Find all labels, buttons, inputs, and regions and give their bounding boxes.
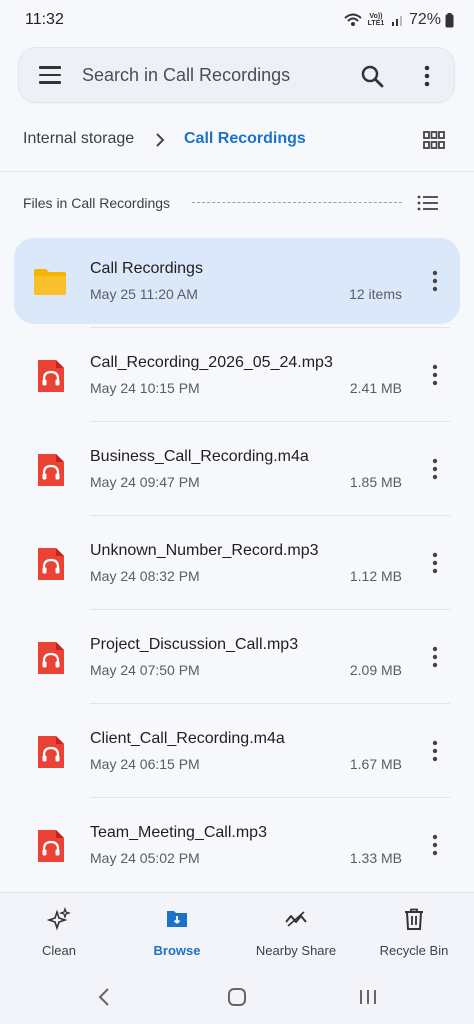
sparkle-icon (47, 907, 71, 931)
more-options-icon[interactable] (428, 738, 442, 764)
wifi-icon (344, 13, 362, 26)
dotted-divider (192, 202, 402, 203)
tab-recycle-bin[interactable]: Recycle Bin (355, 893, 473, 973)
signal-icon (391, 16, 402, 26)
list-sort-icon[interactable] (417, 194, 439, 212)
recents-icon[interactable] (353, 985, 383, 1009)
folder-icon (34, 269, 66, 295)
folder-row[interactable]: Call Recordings May 25 11:20 AM 12 items (14, 238, 460, 324)
row-divider (90, 421, 450, 422)
back-icon[interactable] (90, 985, 120, 1009)
row-divider (90, 703, 450, 704)
folder-item-count: 12 items (349, 286, 402, 302)
tab-nearby-share[interactable]: Nearby Share (237, 893, 355, 973)
row-divider (90, 609, 450, 610)
status-time: 11:32 (25, 11, 64, 28)
tab-browse-label: Browse (153, 943, 201, 958)
more-options-icon[interactable] (417, 63, 437, 89)
tab-nearby-share-label: Nearby Share (255, 943, 337, 958)
menu-icon[interactable] (39, 66, 61, 84)
divider (0, 171, 474, 172)
file-name: Call_Recording_2026_05_24.mp3 (90, 354, 333, 371)
battery-text: 72% (408, 11, 441, 28)
file-date: May 24 10:15 PM (90, 380, 200, 396)
folder-date: May 25 11:20 AM (90, 286, 198, 302)
nearby-share-icon (285, 911, 307, 927)
folder-icon (167, 911, 187, 927)
file-date: May 24 07:50 PM (90, 662, 200, 678)
file-size: 1.67 MB (349, 756, 402, 772)
tab-clean-label: Clean (42, 943, 76, 958)
breadcrumb-root[interactable]: Internal storage (23, 130, 134, 148)
list-item[interactable]: Business_Call_Recording.m4a May 24 09:47… (14, 426, 460, 512)
audio-file-icon (38, 642, 64, 674)
network-label: Vo)) LTE1 (367, 13, 385, 27)
home-icon[interactable] (222, 985, 252, 1009)
file-size: 2.41 MB (349, 380, 402, 396)
battery-icon (445, 12, 454, 27)
search-bar[interactable]: Search in Call Recordings (18, 47, 455, 103)
file-date: May 24 09:47 PM (90, 474, 200, 490)
file-size: 1.85 MB (349, 474, 402, 490)
file-date: May 24 06:15 PM (90, 756, 200, 772)
more-options-icon[interactable] (428, 550, 442, 576)
file-date: May 24 08:32 PM (90, 568, 200, 584)
row-divider (90, 327, 450, 328)
audio-file-icon (38, 736, 64, 768)
search-placeholder[interactable]: Search in Call Recordings (82, 65, 290, 86)
bottom-navigation: Clean Browse Nearby Share Recycle Bin (0, 892, 474, 1024)
trash-icon (405, 908, 423, 930)
list-item[interactable]: Project_Discussion_Call.mp3 May 24 07:50… (14, 614, 460, 700)
file-name: Client_Call_Recording.m4a (90, 730, 285, 747)
list-item[interactable]: Team_Meeting_Call.mp3 May 24 05:02 PM 1.… (14, 802, 460, 888)
more-options-icon[interactable] (428, 456, 442, 482)
tab-clean[interactable]: Clean (0, 893, 118, 973)
grid-view-icon[interactable] (423, 130, 445, 150)
status-bar: 11:32 Vo)) LTE1 72% (0, 0, 474, 40)
audio-file-icon (38, 548, 64, 580)
file-name: Project_Discussion_Call.mp3 (90, 636, 299, 653)
more-options-icon[interactable] (428, 832, 442, 858)
file-name: Team_Meeting_Call.mp3 (90, 824, 267, 841)
more-options-icon[interactable] (428, 268, 442, 294)
list-item[interactable]: Unknown_Number_Record.mp3 May 24 08:32 P… (14, 520, 460, 606)
status-icons: Vo)) LTE1 72% (344, 11, 454, 29)
file-name: Unknown_Number_Record.mp3 (90, 542, 319, 559)
file-size: 1.12 MB (349, 568, 402, 584)
file-size: 2.09 MB (349, 662, 402, 678)
more-options-icon[interactable] (428, 362, 442, 388)
file-date: May 24 05:02 PM (90, 850, 200, 866)
audio-file-icon (38, 360, 64, 392)
row-divider (90, 515, 450, 516)
folder-name: Call Recordings (90, 260, 203, 277)
breadcrumb-current[interactable]: Call Recordings (184, 130, 306, 148)
audio-file-icon (38, 454, 64, 486)
tab-browse[interactable]: Browse (118, 893, 236, 973)
tab-recycle-bin-label: Recycle Bin (379, 943, 449, 958)
list-item[interactable]: Client_Call_Recording.m4a May 24 06:15 P… (14, 708, 460, 794)
files-section-title: Files in Call Recordings (23, 195, 171, 211)
row-divider (90, 797, 450, 798)
file-name: Business_Call_Recording.m4a (90, 448, 309, 465)
more-options-icon[interactable] (428, 644, 442, 670)
search-icon[interactable] (359, 63, 385, 89)
file-size: 1.33 MB (349, 850, 402, 866)
audio-file-icon (38, 830, 64, 862)
chevron-right-icon (156, 133, 165, 147)
list-item[interactable]: Call_Recording_2026_05_24.mp3 May 24 10:… (14, 332, 460, 418)
